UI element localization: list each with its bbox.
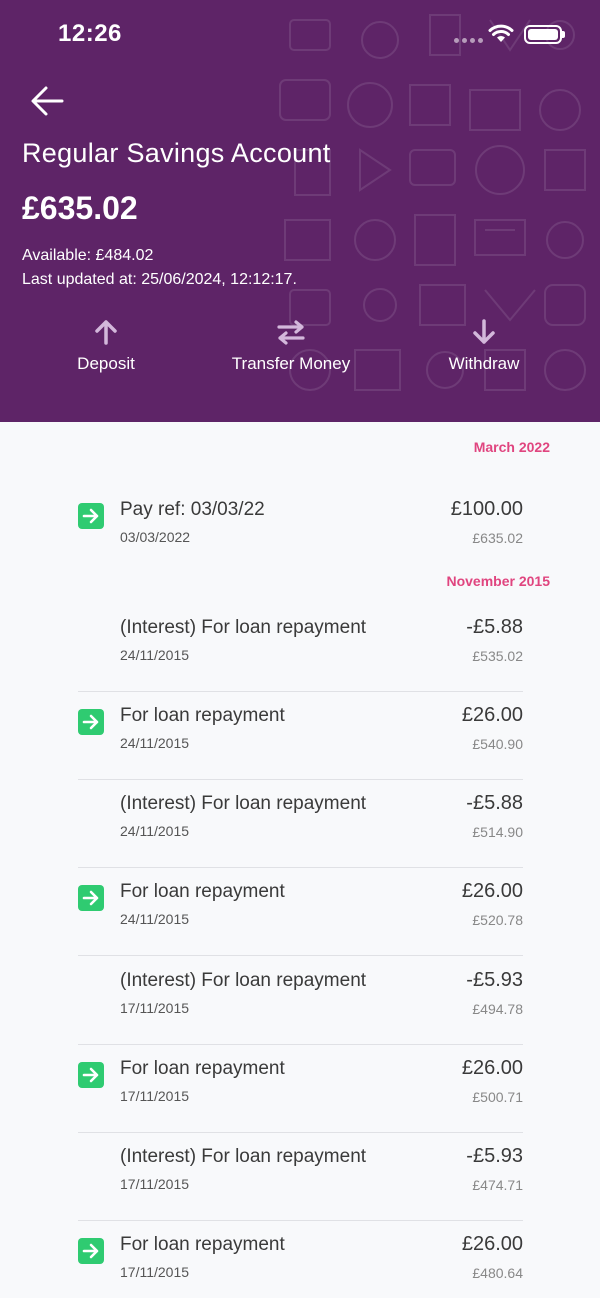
page-title: Regular Savings Account [22,138,331,168]
credit-arrow-icon [78,503,104,529]
last-updated: Last updated at: 25/06/2024, 12:12:17. [22,271,297,288]
transaction-amount: -£5.88 [466,792,523,814]
account-balance: £635.02 [22,190,138,226]
credit-arrow-icon [78,1062,104,1088]
transaction-date: 17/11/2015 [120,1000,190,1016]
transaction-row[interactable]: For loan repayment 24/11/2015 £26.00 £54… [78,692,523,780]
transaction-date: 24/11/2015 [120,823,190,839]
running-balance: £494.78 [472,1001,523,1017]
transaction-amount: £100.00 [450,498,523,520]
transaction-amount: £26.00 [461,880,523,902]
wifi-icon [488,24,514,42]
transaction-amount: -£5.93 [466,969,523,991]
transaction-date: 24/11/2015 [120,647,190,663]
back-arrow-icon[interactable] [28,84,68,118]
transaction-date: 17/11/2015 [120,1176,190,1192]
transaction-amount: £26.00 [461,1233,523,1255]
arrow-down-icon [473,319,495,344]
running-balance: £514.90 [472,824,523,840]
transaction-date: 24/11/2015 [120,911,190,927]
transaction-description: For loan repayment [120,881,285,902]
running-balance: £500.71 [472,1089,523,1105]
transaction-date: 24/11/2015 [120,735,190,751]
credit-arrow-icon [78,1238,104,1264]
month-header: March 2022 [473,439,550,455]
month-header: November 2015 [446,573,550,589]
transaction-amount: £26.00 [461,704,523,726]
transaction-description: (Interest) For loan repayment [120,617,367,638]
account-header: 12:26 Regular Savings Account £635.02 Av… [0,0,600,422]
transaction-amount: -£5.88 [466,616,523,638]
transaction-row[interactable]: For loan repayment 24/11/2015 £26.00 £52… [78,868,523,956]
transaction-description: For loan repayment [120,1058,285,1079]
running-balance: £520.78 [472,912,523,928]
withdraw-button[interactable]: Withdraw [434,316,534,374]
running-balance: £540.90 [472,736,523,752]
transfer-money-label: Transfer Money [231,354,351,373]
transaction-date: 17/11/2015 [120,1264,190,1280]
transaction-row[interactable]: (Interest) For loan repayment 24/11/2015… [78,604,523,692]
row-divider [78,955,523,956]
transaction-list[interactable]: March 2022 Pay ref: 03/03/22 03/03/2022 … [0,422,600,1298]
arrow-up-icon [95,320,117,345]
running-balance: £535.02 [472,648,523,664]
deposit-label: Deposit [77,354,135,373]
transaction-amount: £26.00 [461,1057,523,1079]
transaction-row[interactable]: (Interest) For loan repayment 17/11/2015… [78,1133,523,1221]
running-balance: £635.02 [472,530,523,546]
credit-arrow-icon [78,885,104,911]
transaction-description: For loan repayment [120,705,285,726]
status-bar: 12:26 [0,0,600,68]
battery-icon [524,25,565,44]
transaction-description: (Interest) For loan repayment [120,793,367,814]
transaction-description: For loan repayment [120,1234,285,1255]
withdraw-label: Withdraw [448,354,520,373]
transfer-money-button[interactable]: Transfer Money [215,316,367,374]
transaction-amount: -£5.93 [466,1145,523,1167]
running-balance: £480.64 [472,1265,523,1281]
transaction-description: (Interest) For loan repayment [120,1146,367,1167]
transaction-date: 03/03/2022 [120,529,191,545]
credit-arrow-icon [78,709,104,735]
cellular-signal-icon [454,38,483,43]
transaction-row[interactable]: (Interest) For loan repayment 17/11/2015… [78,957,523,1045]
running-balance: £474.71 [472,1177,523,1193]
transaction-date: 17/11/2015 [120,1088,190,1104]
transaction-description: (Interest) For loan repayment [120,970,367,991]
transaction-description: Pay ref: 03/03/22 [120,499,265,520]
transaction-row[interactable]: (Interest) For loan repayment 24/11/2015… [78,780,523,868]
transaction-row[interactable]: For loan repayment 17/11/2015 £26.00 £48… [78,1221,523,1298]
deposit-button[interactable]: Deposit [56,316,156,374]
transfer-icon [277,320,305,345]
transaction-row[interactable]: For loan repayment 17/11/2015 £26.00 £50… [78,1045,523,1133]
available-balance: Available: £484.02 [22,247,154,264]
status-time: 12:26 [58,20,122,47]
transaction-row[interactable]: Pay ref: 03/03/22 03/03/2022 £100.00 £63… [78,486,523,574]
